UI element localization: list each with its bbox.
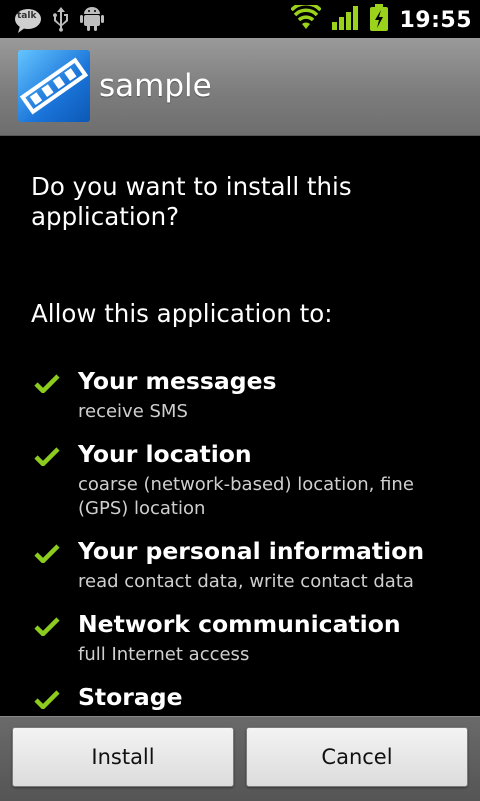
app-film-icon — [18, 50, 90, 122]
permission-description: coarse (network-based) location, fine (G… — [78, 474, 414, 519]
system-icons: 19:55 — [290, 2, 472, 36]
check-icon — [34, 373, 60, 397]
wifi-icon — [290, 2, 323, 35]
permissions-scroll-area[interactable]: Do you want to install this application?… — [0, 136, 480, 716]
permission-title: Your messages — [78, 367, 277, 395]
notification-icons: talk — [14, 6, 104, 36]
title-bar: sample — [0, 38, 480, 136]
permission-description: read contact data, write contact data — [78, 571, 414, 592]
permission-title: Network communication — [78, 610, 401, 638]
permission-description: full Internet access — [78, 644, 250, 665]
permission-title: Your personal information — [78, 537, 425, 565]
clock: 19:55 — [399, 7, 472, 33]
cancel-button[interactable]: Cancel — [246, 727, 468, 787]
usb-icon — [52, 6, 70, 36]
android-debug-icon — [80, 6, 104, 36]
check-icon — [34, 616, 60, 640]
button-bar: Install Cancel — [0, 716, 480, 801]
install-button[interactable]: Install — [12, 727, 234, 787]
install-question: Do you want to install this application? — [31, 172, 352, 231]
talk-icon: talk — [14, 8, 42, 34]
permission-title: Your location — [78, 440, 252, 468]
status-bar: talk 19:55 — [0, 0, 480, 38]
check-icon — [34, 689, 60, 713]
battery-charging-icon — [369, 4, 389, 36]
app-name: sample — [99, 68, 212, 104]
permission-title: Storage — [78, 683, 183, 711]
talk-label: talk — [17, 11, 37, 21]
allow-heading: Allow this application to: — [31, 299, 333, 328]
check-icon — [34, 543, 60, 567]
check-icon — [34, 446, 60, 470]
signal-icon — [331, 5, 359, 35]
permission-description: receive SMS — [78, 401, 188, 422]
